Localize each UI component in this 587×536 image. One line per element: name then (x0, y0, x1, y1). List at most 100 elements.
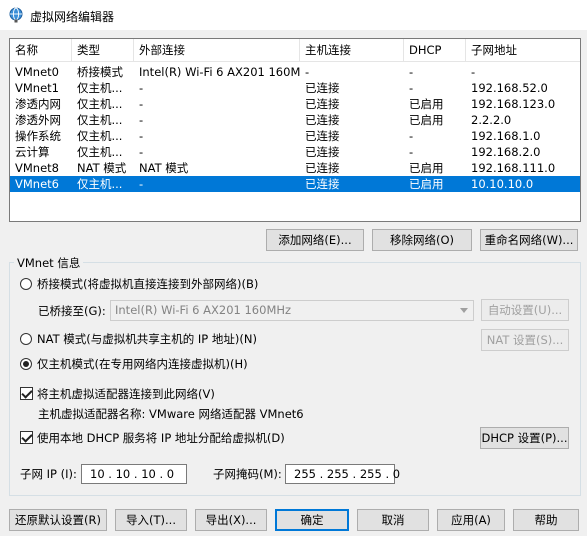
table-row[interactable]: VMnet0 桥接模式 Intel(R) Wi-Fi 6 AX201 160MHz -… (10, 64, 580, 80)
column-header-dhcp[interactable]: DHCP (404, 39, 466, 61)
auto-settings-button[interactable]: 自动设置(U)... (481, 299, 569, 321)
host-only-mode-radio[interactable] (20, 358, 32, 370)
cell-external: - (139, 81, 144, 95)
cell-external: - (139, 145, 144, 159)
table-header: 名称 类型 外部连接 主机连接 DHCP 子网地址 (10, 39, 580, 62)
add-network-button[interactable]: 添加网络(E)... (266, 229, 364, 251)
cell-name: VMnet8 (15, 161, 59, 175)
network-globe-icon (9, 7, 23, 23)
vmnet-info-group (9, 262, 581, 496)
cell-subnet: 192.168.123.0 (471, 97, 556, 111)
cell-dhcp: - (409, 81, 414, 95)
dhcp-label[interactable]: 使用本地 DHCP 服务将 IP 地址分配给虚拟机(D) (37, 430, 285, 446)
cell-host: 已连接 (305, 129, 340, 143)
cell-name: 渗透内网 (15, 97, 61, 111)
cell-dhcp: 已启用 (409, 177, 444, 191)
cell-subnet: 2.2.2.0 (471, 113, 512, 127)
cell-type: 仅主机... (77, 145, 123, 159)
host-only-mode-label[interactable]: 仅主机模式(在专用网络内连接虚拟机)(H) (37, 356, 248, 372)
cell-type: 仅主机... (77, 129, 123, 143)
cell-type: 仅主机... (77, 81, 123, 95)
column-header-subnet[interactable]: 子网地址 (466, 39, 580, 61)
remove-network-button[interactable]: 移除网络(O) (372, 229, 472, 251)
table-row[interactable]: VMnet6 仅主机... - 已连接 已启用 10.10.10.0 (10, 176, 580, 192)
cell-host: - (305, 65, 310, 79)
cell-subnet: 10.10.10.0 (471, 177, 534, 191)
table-row[interactable]: 渗透内网 仅主机... - 已连接 已启用 192.168.123.0 (10, 96, 580, 112)
connect-adapter-label[interactable]: 将主机虚拟适配器连接到此网络(V) (37, 386, 215, 402)
cell-external: - (139, 177, 144, 191)
subnet-mask-label: 子网掩码(M): (213, 467, 282, 481)
cell-external: - (139, 97, 144, 111)
cell-type: 仅主机... (77, 177, 123, 191)
column-header-type[interactable]: 类型 (72, 39, 134, 61)
cell-dhcp: 已启用 (409, 97, 444, 111)
cell-host: 已连接 (305, 97, 340, 111)
subnet-ip-input[interactable]: 10 . 10 . 10 . 0 (81, 464, 187, 484)
subnet-mask-input[interactable]: 255 . 255 . 255 . 0 (285, 464, 400, 484)
table-row[interactable]: 渗透外网 仅主机... - 已连接 已启用 2.2.2.0 (10, 112, 580, 128)
cell-name: 云计算 (15, 145, 50, 159)
cell-type: NAT 模式 (77, 161, 127, 175)
cell-dhcp: - (409, 129, 414, 143)
cell-host: 已连接 (305, 145, 340, 159)
bridged-to-value: Intel(R) Wi-Fi 6 AX201 160MHz (115, 303, 292, 317)
nat-mode-label[interactable]: NAT 模式(与虚拟机共享主机的 IP 地址)(N) (37, 331, 257, 347)
cell-external: - (139, 129, 144, 143)
cell-subnet: - (471, 65, 476, 79)
column-header-host[interactable]: 主机连接 (300, 39, 404, 61)
connect-adapter-checkbox[interactable] (20, 387, 33, 400)
export-button[interactable]: 导出(X)... (195, 509, 267, 531)
cell-name: 渗透外网 (15, 113, 61, 127)
cell-subnet: 192.168.2.0 (471, 145, 541, 159)
cell-name: VMnet6 (15, 177, 59, 191)
window-title: 虚拟网络编辑器 (30, 10, 115, 24)
nat-settings-button[interactable]: NAT 设置(S)... (481, 329, 569, 351)
cell-host: 已连接 (305, 113, 340, 127)
cell-type: 仅主机... (77, 97, 123, 111)
vmnet-info-title: VMnet 信息 (14, 255, 84, 271)
table-row[interactable]: 操作系统 仅主机... - 已连接 - 192.168.1.0 (10, 128, 580, 144)
cell-dhcp: 已启用 (409, 161, 444, 175)
bridged-to-label: 已桥接至(G): (38, 304, 106, 318)
cell-name: VMnet0 (15, 65, 59, 79)
cell-dhcp: 已启用 (409, 113, 444, 127)
dhcp-settings-button[interactable]: DHCP 设置(P)... (480, 427, 569, 449)
ok-button[interactable]: 确定 (275, 509, 349, 531)
chevron-down-icon (460, 308, 468, 313)
import-button[interactable]: 导入(T)... (115, 509, 187, 531)
nat-mode-radio[interactable] (20, 333, 32, 345)
cell-name: 操作系统 (15, 129, 61, 143)
cell-dhcp: - (409, 65, 414, 79)
column-header-external[interactable]: 外部连接 (134, 39, 300, 61)
cell-host: 已连接 (305, 177, 340, 191)
cell-host: 已连接 (305, 161, 340, 175)
cell-subnet: 192.168.111.0 (471, 161, 556, 175)
bridged-mode-label[interactable]: 桥接模式(将虚拟机直接连接到外部网络)(B) (37, 276, 258, 292)
subnet-ip-label: 子网 IP (I): (20, 467, 77, 481)
cell-dhcp: - (409, 145, 414, 159)
table-row[interactable]: VMnet8 NAT 模式 NAT 模式 已连接 已启用 192.168.111.0 (10, 160, 580, 176)
cell-type: 桥接模式 (77, 65, 123, 79)
column-header-name[interactable]: 名称 (10, 39, 72, 61)
help-button[interactable]: 帮助 (513, 509, 579, 531)
cell-name: VMnet1 (15, 81, 59, 95)
table-row[interactable]: VMnet1 仅主机... - 已连接 - 192.168.52.0 (10, 80, 580, 96)
cancel-button[interactable]: 取消 (357, 509, 429, 531)
restore-defaults-button[interactable]: 还原默认设置(R) (9, 509, 107, 531)
bridged-to-select[interactable]: Intel(R) Wi-Fi 6 AX201 160MHz (110, 300, 474, 321)
bridged-mode-radio[interactable] (20, 278, 32, 290)
table-row[interactable]: 云计算 仅主机... - 已连接 - 192.168.2.0 (10, 144, 580, 160)
network-table[interactable]: 名称 类型 外部连接 主机连接 DHCP 子网地址 VMnet0 桥接模式 Inte… (9, 38, 581, 222)
dhcp-checkbox[interactable] (20, 431, 33, 444)
apply-button[interactable]: 应用(A) (437, 509, 505, 531)
cell-type: 仅主机... (77, 113, 123, 127)
cell-external: - (139, 113, 144, 127)
cell-subnet: 192.168.1.0 (471, 129, 541, 143)
adapter-name-label: 主机虚拟适配器名称: VMware 网络适配器 VMnet6 (38, 407, 304, 421)
cell-subnet: 192.168.52.0 (471, 81, 548, 95)
cell-external: Intel(R) Wi-Fi 6 AX201 160MHz (139, 65, 300, 79)
cell-external: NAT 模式 (139, 161, 189, 175)
rename-network-button[interactable]: 重命名网络(W)... (480, 229, 578, 251)
cell-host: 已连接 (305, 81, 340, 95)
